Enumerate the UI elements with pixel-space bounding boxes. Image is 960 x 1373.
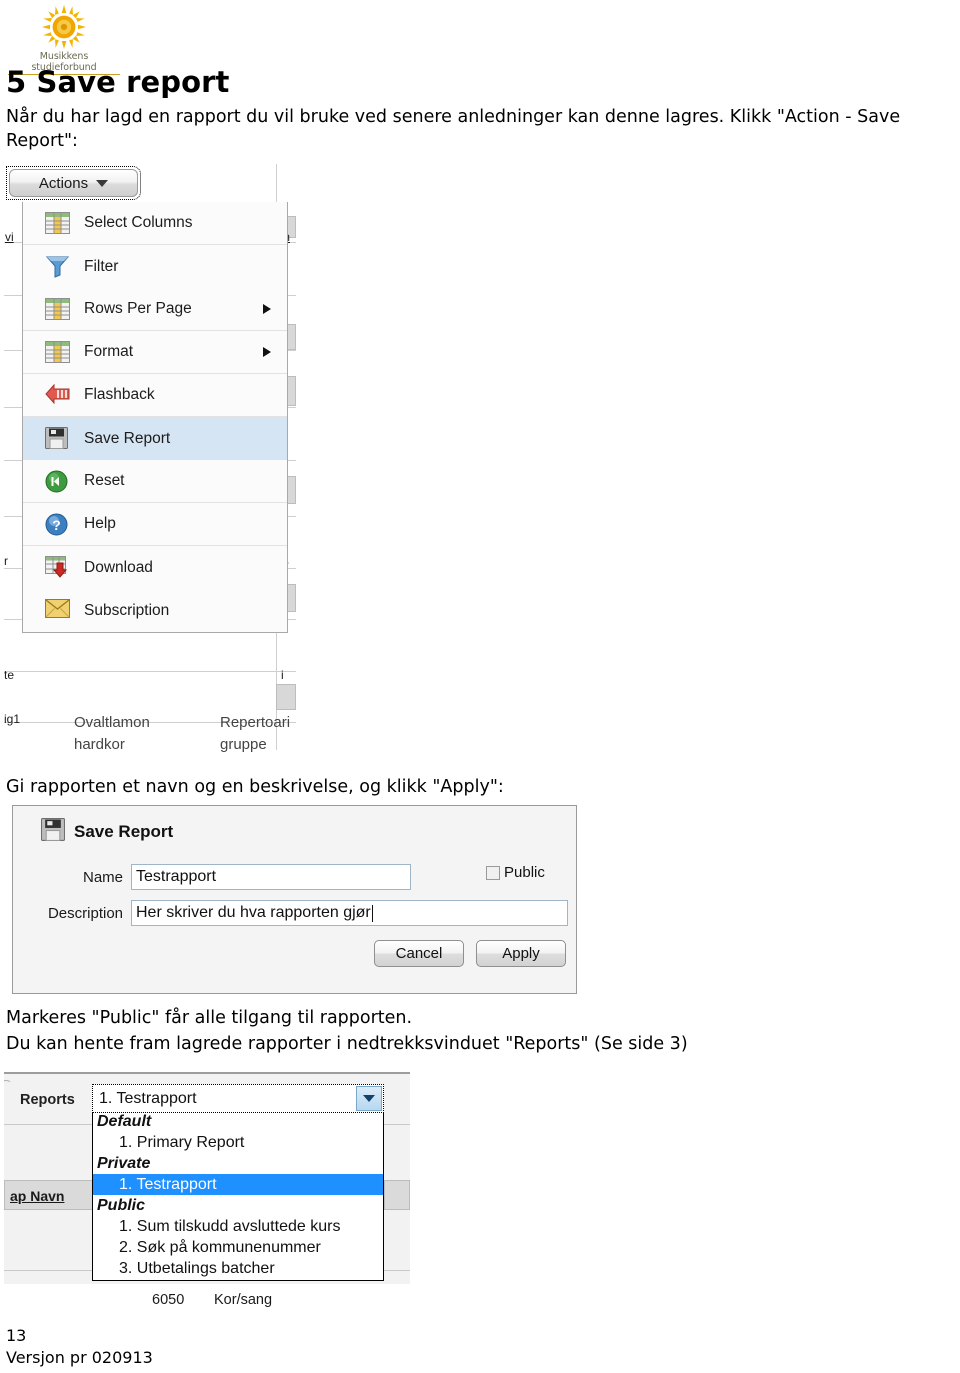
menu-item-rows-per-page[interactable]: Rows Per Page [23, 288, 287, 331]
dropdown-group-label: Default [97, 1113, 152, 1130]
dropdown-group-label: Private [97, 1155, 151, 1172]
floppy-disk-icon [45, 427, 70, 450]
menu-item-flashback[interactable]: Flashback [23, 374, 287, 417]
menu-item-reset[interactable]: Reset [23, 460, 287, 503]
menu-item-label: Download [84, 558, 153, 576]
description-field-row: Description Her skriver du hva rapporten… [17, 900, 577, 926]
menu-item-select-columns[interactable]: Select Columns [23, 202, 287, 245]
funnel-icon [45, 255, 70, 278]
reports-label: Reports [20, 1092, 75, 1108]
reports-select[interactable]: 1. Testrapport [92, 1084, 384, 1113]
dropdown-option[interactable]: 3. Utbetalings batcher [93, 1258, 383, 1279]
name-description-paragraph: Gi rapporten et navn og en beskrivelse, … [6, 777, 504, 797]
public-checkbox-group[interactable]: Public [486, 864, 545, 881]
description-input-value: Her skriver du hva rapporten gjør [136, 904, 371, 921]
description-label: Description [47, 904, 123, 922]
svg-text:?: ? [52, 517, 61, 533]
blue-question-icon: ? [45, 513, 70, 536]
divider [4, 1072, 410, 1074]
public-paragraph: Markeres "Public" får alle tilgang til r… [6, 1008, 413, 1028]
tail-value-number: 6050 [152, 1292, 185, 1308]
menu-item-label: Rows Per Page [84, 300, 192, 317]
public-label: Public [504, 864, 545, 881]
page-title: 5 Save report [6, 65, 230, 99]
reports-dropdown-screenshot: ap Navn Reports 1. Testrapport Default 1… [4, 1072, 410, 1284]
submenu-arrow-icon [263, 347, 271, 357]
table-rows-icon [45, 297, 70, 321]
dialog-button-bar: Cancel Apply [374, 940, 566, 967]
menu-item-label: Save Report [84, 429, 171, 447]
chevron-down-icon [96, 179, 109, 187]
reports-select-value: 1. Testrapport [99, 1089, 197, 1107]
green-rewind-icon [45, 470, 70, 493]
menu-item-label: Reset [84, 472, 125, 489]
menu-item-help[interactable]: ? Help [23, 503, 287, 546]
dropdown-group-label: Public [97, 1197, 146, 1214]
version-text: Versjon pr 020913 [6, 1348, 153, 1367]
sun-icon [41, 4, 87, 50]
dropdown-option-selected[interactable]: 1. Testrapport [93, 1174, 383, 1195]
menu-item-format[interactable]: Format [23, 331, 287, 374]
name-input[interactable]: Testrapport [131, 864, 411, 890]
actions-menu-screenshot: vi m i r i or te i ig1 Ovaltlamon hardko… [4, 164, 296, 753]
floppy-disk-icon [41, 818, 65, 846]
actions-dropdown-menu[interactable]: Select Columns Filter Rows Per Page Form… [22, 202, 288, 633]
name-input-value: Testrapport [136, 868, 217, 885]
menu-item-save-report[interactable]: Save Report [23, 417, 287, 460]
menu-item-label: Subscription [84, 601, 170, 619]
chevron-down-icon[interactable] [356, 1086, 382, 1111]
red-left-arrow-icon [45, 383, 70, 407]
tail-value-category: Kor/sang [214, 1292, 273, 1308]
intro-paragraph: Når du har lagd en rapport du vil bruke … [6, 107, 901, 151]
menu-item-label: Format [84, 343, 134, 360]
dropdown-option[interactable]: 2. Søk på kommunenummer [93, 1237, 383, 1258]
menu-item-label: Help [84, 515, 116, 532]
table-header-fragment: ap Navn [10, 1188, 65, 1204]
name-field-row: Name Testrapport [41, 864, 561, 890]
dialog-title: Save Report [41, 818, 173, 846]
page-footer: 13 Versjon pr 020913 [6, 1325, 153, 1369]
menu-item-filter[interactable]: Filter [23, 245, 287, 288]
menu-item-label: Flashback [84, 386, 155, 403]
actions-button-label: Actions [38, 174, 89, 192]
envelope-icon [45, 599, 70, 622]
menu-item-label: Filter [84, 257, 119, 275]
menu-item-download[interactable]: Download [23, 546, 287, 589]
submenu-arrow-icon [263, 304, 271, 314]
page-number: 13 [6, 1326, 27, 1345]
save-report-dialog: Save Report Name Testrapport Public Desc… [12, 805, 577, 994]
reports-paragraph: Du kan hente fram lagrede rapporter i ne… [6, 1034, 688, 1054]
actions-button[interactable]: Actions [6, 166, 141, 200]
table-columns-icon [45, 211, 70, 235]
dropdown-option[interactable]: 1. Primary Report [93, 1132, 383, 1153]
apply-button[interactable]: Apply [476, 940, 566, 967]
description-input[interactable]: Her skriver du hva rapporten gjør [131, 900, 568, 926]
menu-item-subscription[interactable]: Subscription [23, 589, 287, 632]
table-download-icon [45, 556, 70, 579]
public-checkbox[interactable] [486, 865, 500, 880]
name-label: Name [82, 868, 123, 886]
table-format-icon [45, 340, 70, 364]
menu-item-label: Select Columns [84, 214, 193, 231]
cancel-button[interactable]: Cancel [374, 940, 464, 967]
reports-dropdown-list[interactable]: Default 1. Primary Report Private 1. Tes… [92, 1110, 384, 1281]
text-cursor [371, 904, 373, 922]
dialog-title-label: Save Report [74, 822, 174, 841]
dropdown-option[interactable]: 1. Sum tilskudd avsluttede kurs [93, 1216, 383, 1237]
table-header-cell [384, 1180, 410, 1210]
